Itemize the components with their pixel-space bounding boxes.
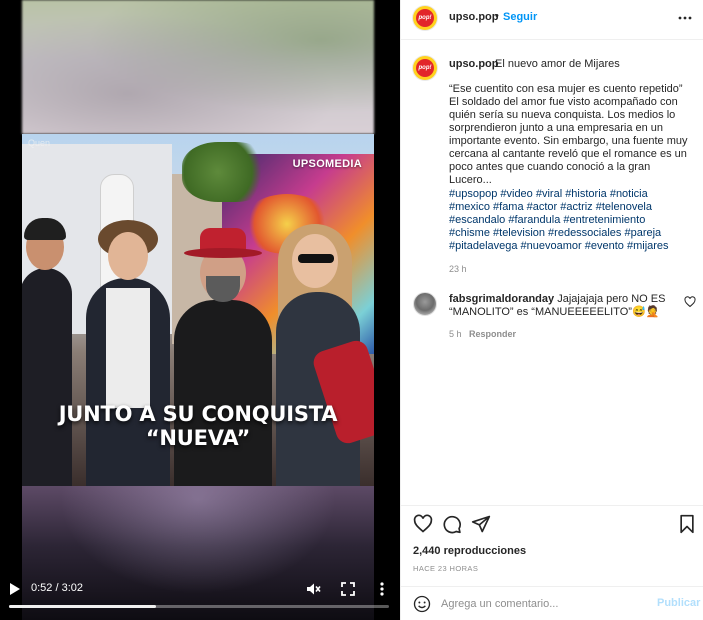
post-header: pop! upso.pop • Seguir xyxy=(401,0,703,40)
publish-button[interactable]: Publicar xyxy=(657,597,700,609)
bookmark-icon[interactable] xyxy=(677,514,697,534)
comment-time: 5 h xyxy=(449,329,462,339)
heart-icon[interactable] xyxy=(684,296,696,308)
smiley-icon[interactable] xyxy=(413,595,431,613)
comment-composer: Publicar xyxy=(401,586,703,620)
video-time-display: 0:52 / 3:02 xyxy=(31,582,83,594)
header-username[interactable]: upso.pop xyxy=(449,11,499,23)
post-hashtags[interactable]: #upsopop #video #viral #historia #notici… xyxy=(449,188,689,253)
comment: fabsgrimaldoranday Jajajajaja pero NO ES… xyxy=(449,293,671,319)
avatar-logo: pop! xyxy=(416,59,434,77)
video-progress-fill xyxy=(9,605,157,608)
comment-username[interactable]: fabsgrimaldoranday xyxy=(449,293,554,305)
avatar[interactable] xyxy=(413,292,437,316)
play-icon[interactable] xyxy=(9,582,21,596)
comment-bubble-icon[interactable] xyxy=(442,514,462,534)
post-caption: “Ese cuentito con esa mujer es cuento re… xyxy=(449,83,688,186)
post-time-ago[interactable]: 23 h xyxy=(449,264,467,274)
follow-button[interactable]: Seguir xyxy=(503,11,537,23)
avatar[interactable]: pop! xyxy=(413,56,437,80)
more-vertical-icon[interactable] xyxy=(374,581,390,597)
video-blurred-background-top xyxy=(22,0,374,134)
avatar-logo: pop! xyxy=(416,9,434,27)
posted-time: HACE 23 HORAS xyxy=(413,564,479,573)
separator-dot: • xyxy=(495,10,499,22)
view-count: 2,440 reproducciones xyxy=(413,545,527,557)
comment-input[interactable] xyxy=(441,595,641,613)
post-title: El nuevo amor de Mijares xyxy=(495,58,620,70)
video-progress-bar[interactable] xyxy=(9,605,389,608)
video-frame xyxy=(22,134,374,486)
post-username[interactable]: upso.pop xyxy=(449,58,499,70)
post-panel: pop! upso.pop • Seguir pop! upso.pop El … xyxy=(400,0,703,620)
more-horizontal-icon[interactable] xyxy=(677,10,693,26)
video-player[interactable]: Quen UPSOMEDIA JUNTO A SU CONQUISTA “NUE… xyxy=(0,0,400,620)
video-controls: 0:52 / 3:02 xyxy=(0,574,400,620)
paper-plane-icon[interactable] xyxy=(471,514,491,534)
heart-icon[interactable] xyxy=(413,514,433,534)
background-plants xyxy=(182,142,272,202)
reply-button[interactable]: Responder xyxy=(469,329,516,339)
post-actions: 2,440 reproducciones HACE 23 HORAS Publi… xyxy=(401,505,703,620)
muted-speaker-icon[interactable] xyxy=(305,581,321,597)
fullscreen-icon[interactable] xyxy=(340,581,356,597)
avatar[interactable]: pop! xyxy=(413,6,437,30)
